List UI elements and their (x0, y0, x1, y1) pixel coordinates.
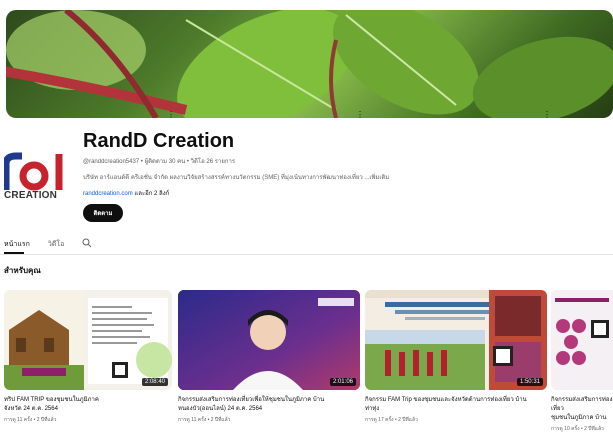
video-title[interactable]: กิจกรรมส่งเสริมการท่องเที่ยวเพื่อให้ชุมช… (178, 396, 360, 414)
tabs-divider (0, 254, 613, 255)
channel-link[interactable]: randdcreation.com (83, 191, 133, 197)
video-menu-icon[interactable]: ⋮ (167, 110, 175, 119)
channel-description[interactable]: บริษัท อาร์แอนด์ดี ครีเอชั่น จำกัด ผลงาน… (83, 172, 389, 182)
video-duration: 1:50:31 (516, 378, 543, 386)
video-card[interactable]: 1:50:31 กิจกรรม FAM Trip ของชุมชนและจังห… (365, 290, 547, 424)
channel-meta: @randdcreation5437 • ผู้ติดตาม 30 คน • ว… (83, 159, 236, 165)
channel-banner (6, 10, 613, 118)
video-meta: การดู 10 ครั้ง • 2 ปีที่แล้ว (551, 426, 604, 432)
video-card[interactable]: 2:01:06 กิจกรรมส่งเสริมการท่องเที่ยวเพื่… (178, 290, 360, 424)
video-thumbnail[interactable]: 2:01:06 (178, 290, 360, 390)
thumbnail-image (4, 290, 172, 390)
search-icon[interactable] (82, 238, 92, 250)
video-title[interactable]: ทริป FAM TRIP ของชุมชนในภูมิภาค จังหวัด … (4, 396, 172, 414)
logo-wordmark: CREATION (4, 190, 58, 201)
video-card[interactable]: กิจกรรมส่งเสริมการท่องเที่ยว ชุมชนในภูมิ… (551, 290, 613, 433)
tab-home[interactable]: หน้าแรก (0, 239, 30, 250)
channel-links: randdcreation.com และอีก 2 ลิงก์ (83, 188, 169, 198)
video-title[interactable]: กิจกรรม FAM Trip ของชุมชนและจังหวัดด้านก… (365, 396, 547, 414)
video-menu-icon[interactable]: ⋮ (356, 110, 364, 119)
video-thumbnail[interactable]: 2:08:40 (4, 290, 172, 390)
thumbnail-image (365, 290, 547, 390)
video-thumbnail[interactable] (551, 290, 613, 390)
banner-leaves-image (6, 10, 613, 118)
video-title[interactable]: กิจกรรมส่งเสริมการท่องเที่ยว ชุมชนในภูมิ… (551, 396, 613, 423)
channel-name: RandD Creation (83, 130, 235, 152)
video-card[interactable]: 2:08:40 ทริป FAM TRIP ของชุมชนในภูมิภาค … (4, 290, 172, 424)
video-menu-icon[interactable]: ⋮ (543, 110, 551, 119)
subscribe-button[interactable]: ติดตาม (83, 204, 123, 222)
video-duration: 2:08:40 (141, 378, 168, 386)
more-links[interactable]: และอีก 2 ลิงก์ (134, 191, 169, 197)
video-meta: การดู 11 ครั้ง • 2 ปีที่แล้ว (178, 417, 231, 423)
channel-tabs: หน้าแรก วิดีโอ (0, 236, 92, 252)
thumbnail-image (178, 290, 360, 390)
video-meta: การดู 11 ครั้ง • 2 ปีที่แล้ว (4, 417, 57, 423)
randd-logo-image (2, 152, 63, 191)
video-duration: 2:01:06 (329, 378, 356, 386)
tab-videos[interactable]: วิดีโอ (48, 239, 64, 250)
channel-avatar[interactable]: CREATION (2, 152, 66, 212)
section-title: สำหรับคุณ (4, 266, 41, 275)
video-meta: การดู 17 ครั้ง • 2 ปีที่แล้ว (365, 417, 418, 423)
thumbnail-image (551, 290, 613, 390)
video-thumbnail[interactable]: 1:50:31 (365, 290, 547, 390)
